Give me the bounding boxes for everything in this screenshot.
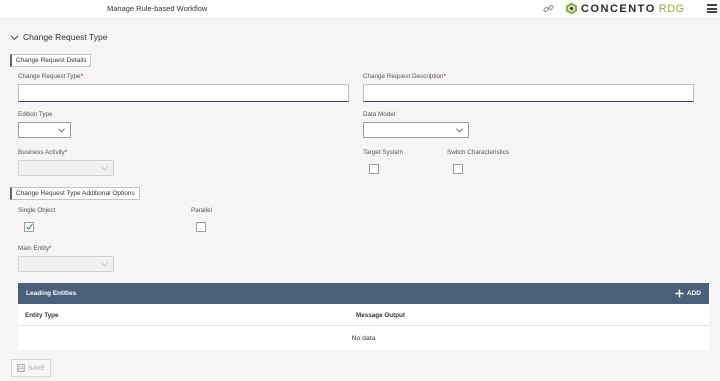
brand-name: CONCENTO [581,2,656,15]
section-toggle[interactable]: Change Request Type [10,32,107,42]
top-bar: Manage Rule-based Workflow CONCENTO RDG [0,0,720,17]
main-entity-select [18,256,114,272]
chevron-down-icon [101,262,108,267]
switch-characteristics-checkbox[interactable] [453,164,463,174]
table-header-row: Entity Type Message Output [18,304,709,326]
business-activity-select [18,160,114,176]
parallel-checkbox[interactable] [196,222,206,232]
empty-state-text: No data [351,334,376,342]
target-system-label: Target System [363,149,404,156]
data-model-select[interactable] [363,122,469,138]
save-icon [17,364,25,372]
edition-type-select[interactable] [18,122,71,138]
single-object-label: Single Object [18,207,56,214]
group-label-options: Change Request Type Additional Options [10,187,140,200]
concento-logo-mark-icon [565,2,578,15]
parallel-label: Parallel [191,207,212,214]
table-toolbar: Leading Entities ADD [18,283,709,304]
business-activity-label: Business Activity* [18,149,68,156]
brand-suffix: RDG [658,2,685,15]
chevron-down-icon [58,128,65,133]
save-button-label: SAVE [28,364,45,372]
table-title: Leading Entities [26,290,77,297]
save-button[interactable]: SAVE [11,359,51,377]
single-object-checkbox[interactable] [24,222,34,232]
section-title: Change Request Type [23,32,108,42]
column-header-entity-type[interactable]: Entity Type [25,312,58,319]
plus-icon [675,289,684,298]
target-system-checkbox[interactable] [369,164,379,174]
edition-type-label: Edition Type [18,111,53,118]
concento-logo: CONCENTO RDG [565,2,685,15]
checkmark-icon [26,224,33,231]
add-button[interactable]: ADD [675,289,701,298]
chevron-down-icon [10,34,19,40]
cr-description-input[interactable] [363,84,694,102]
main-entity-label: Main Entity* [18,245,52,252]
group-label-details: Change Request Details [10,54,92,67]
data-model-label: Data Model [363,111,396,118]
chevron-down-icon [101,166,108,171]
add-button-label: ADD [686,290,701,297]
link-icon[interactable] [543,3,554,14]
cr-type-input[interactable] [18,84,349,102]
hamburger-menu-icon[interactable] [707,4,717,13]
cr-type-label: Change Request Type* [18,73,84,80]
chevron-down-icon [456,128,463,133]
leading-entities-table: Leading Entities ADD Entity Type Message… [18,283,709,350]
switch-characteristics-label: Switch Characteristics [447,149,509,156]
cr-description-label: Change Request Description* [363,73,446,80]
app-title: Manage Rule-based Workflow [107,4,208,13]
column-header-message-output[interactable]: Message Output [356,312,405,319]
